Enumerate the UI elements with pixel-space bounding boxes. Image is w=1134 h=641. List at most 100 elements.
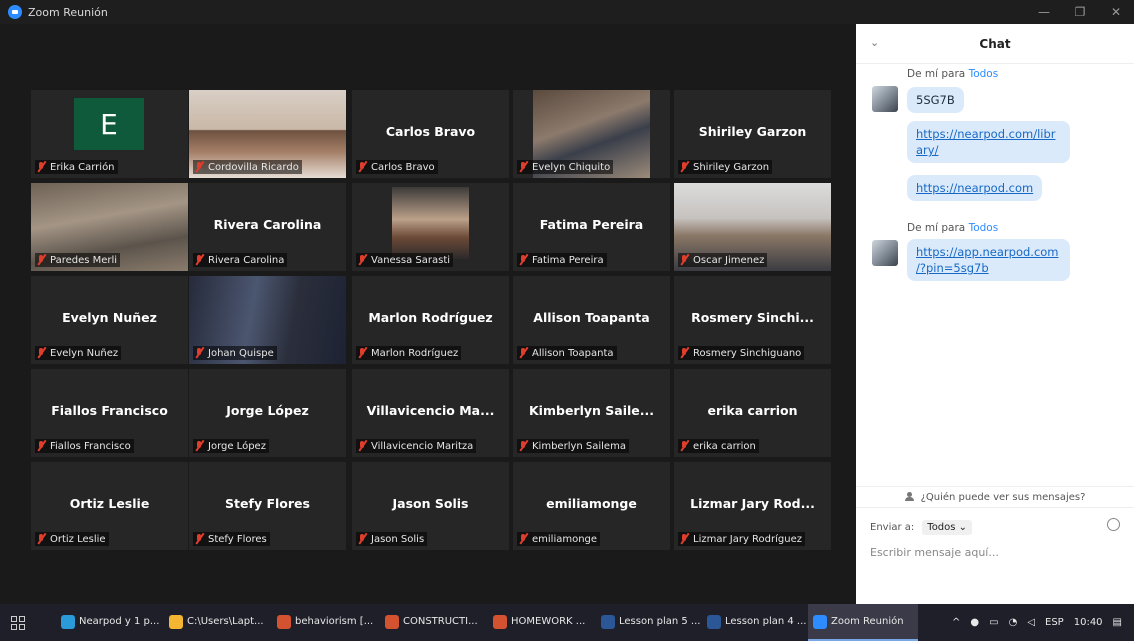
powerpoint-icon xyxy=(493,614,507,629)
participant-tile[interactable]: Cordovilla Ricardo xyxy=(189,90,346,178)
taskbar-item[interactable]: C:\Users\Lapt... xyxy=(164,604,272,641)
clock[interactable]: 10:40 xyxy=(1074,617,1103,628)
taskbar-item[interactable]: CONSTRUCTI... xyxy=(380,604,488,641)
chevron-down-icon[interactable]: ⌄ xyxy=(870,36,879,49)
minimize-button[interactable]: — xyxy=(1026,0,1062,24)
muted-mic-icon xyxy=(357,347,367,359)
powerpoint-icon xyxy=(385,614,399,629)
chat-link[interactable]: ary/ xyxy=(916,143,938,157)
participant-tile[interactable]: Rivera Carolina Rivera Carolina xyxy=(189,183,346,271)
participant-tile[interactable]: Marlon Rodríguez Marlon Rodríguez xyxy=(352,276,509,364)
participant-tile[interactable]: Stefy Flores Stefy Flores xyxy=(189,462,346,550)
word-icon xyxy=(601,614,615,629)
participant-name: Kimberlyn Sailema xyxy=(532,440,626,452)
participant-tile[interactable]: Carlos Bravo Carlos Bravo xyxy=(352,90,509,178)
participant-caption: Rivera Carolina xyxy=(193,253,288,267)
participant-display-name: Fiallos Francisco xyxy=(51,403,168,418)
folder-icon xyxy=(169,614,183,629)
taskbar-item[interactable]: behaviorism [... xyxy=(272,604,380,641)
mic-icon[interactable]: ● xyxy=(970,617,979,628)
who-can-see-link[interactable]: ¿Quién puede ver sus mensajes? xyxy=(856,486,1134,508)
muted-mic-icon xyxy=(518,533,528,545)
chat-message: https://nearpod.com/libr ary/ xyxy=(907,121,1070,163)
participant-tile[interactable]: Kimberlyn Saile... Kimberlyn Sailema xyxy=(513,369,670,457)
participant-caption: erika carrion xyxy=(678,439,759,453)
participant-tile[interactable]: Vanessa Sarasti xyxy=(352,183,509,271)
wifi-icon[interactable]: ◔ xyxy=(1009,617,1018,628)
participant-caption: Erika Carrión xyxy=(35,160,118,174)
participant-tile[interactable]: Evelyn Nuñez Evelyn Nuñez xyxy=(31,276,188,364)
taskbar-item[interactable]: Lesson plan 4 ... xyxy=(702,604,808,641)
muted-mic-icon xyxy=(194,533,204,545)
taskbar-item-label: Lesson plan 4 ... xyxy=(725,616,807,627)
participant-name: Fiallos Francisco xyxy=(50,440,131,452)
send-to-dropdown[interactable]: Todos ⌄ xyxy=(922,520,973,535)
chat-link[interactable]: https://nearpod.com xyxy=(916,181,1033,195)
windows-icon xyxy=(11,615,25,630)
participant-name: Ortiz Leslie xyxy=(50,533,106,545)
participant-tile[interactable]: Evelyn Chiquito xyxy=(513,90,670,178)
avatar: E xyxy=(74,98,144,150)
participant-display-name: Allison Toapanta xyxy=(533,310,650,325)
chat-panel: ⌄ Chat De mí para Todos 5SG7B https://ne… xyxy=(856,24,1134,604)
start-button[interactable] xyxy=(0,604,36,641)
muted-mic-icon xyxy=(357,254,367,266)
participant-caption: Oscar Jimenez xyxy=(678,253,768,267)
participant-name: Shiriley Garzon xyxy=(693,161,770,173)
chat-link[interactable]: /?pin=5sg7b xyxy=(916,261,989,275)
participant-tile[interactable]: Oscar Jimenez xyxy=(674,183,831,271)
participant-display-name: Shiriley Garzon xyxy=(698,124,807,139)
taskbar-item[interactable]: Zoom Reunión xyxy=(808,604,918,641)
participant-tile[interactable]: Jason Solis Jason Solis xyxy=(352,462,509,550)
participant-tile[interactable]: Johan Quispe xyxy=(189,276,346,364)
taskbar: Nearpod y 1 p... C:\Users\Lapt... behavior… xyxy=(0,604,1134,641)
participant-caption: Jason Solis xyxy=(356,532,428,546)
participant-display-name: Marlon Rodríguez xyxy=(368,310,493,325)
participant-tile[interactable]: Fatima Pereira Fatima Pereira xyxy=(513,183,670,271)
chat-link[interactable]: https://nearpod.com/libr xyxy=(916,127,1056,141)
maximize-button[interactable]: ❐ xyxy=(1062,0,1098,24)
taskbar-item-label: CONSTRUCTI... xyxy=(403,616,478,627)
close-button[interactable]: ✕ xyxy=(1098,0,1134,24)
participant-name: Vanessa Sarasti xyxy=(371,254,451,266)
participant-name: Fatima Pereira xyxy=(532,254,604,266)
powerpoint-icon xyxy=(277,614,291,629)
taskbar-item[interactable]: Lesson plan 5 ... xyxy=(596,604,702,641)
participant-tile[interactable]: Lizmar Jary Rod... Lizmar Jary Rodríguez xyxy=(674,462,831,550)
tray-caret-icon[interactable]: ^ xyxy=(952,617,960,628)
participant-caption: Johan Quispe xyxy=(193,346,277,360)
participant-caption: Jorge López xyxy=(193,439,269,453)
participant-tile[interactable]: Allison Toapanta Allison Toapanta xyxy=(513,276,670,364)
participant-tile[interactable]: erika carrion erika carrion xyxy=(674,369,831,457)
chat-message: https://nearpod.com xyxy=(907,175,1043,201)
avatar xyxy=(872,240,898,266)
emoji-icon[interactable] xyxy=(1107,518,1120,531)
muted-mic-icon xyxy=(357,440,367,452)
muted-mic-icon xyxy=(518,254,528,266)
taskbar-item-label: behaviorism [... xyxy=(295,616,374,627)
participant-tile[interactable]: Shiriley Garzon Shiriley Garzon xyxy=(674,90,831,178)
participant-name: Jorge López xyxy=(208,440,266,452)
participant-caption: Carlos Bravo xyxy=(356,160,438,174)
volume-icon[interactable]: ◁ xyxy=(1027,617,1035,628)
participant-video xyxy=(392,187,469,259)
taskbar-item[interactable]: HOMEWORK ... xyxy=(488,604,596,641)
participant-tile[interactable]: emiliamonge emiliamonge xyxy=(513,462,670,550)
chat-input[interactable]: Escribir mensaje aquí... xyxy=(870,546,999,559)
participant-tile[interactable]: Paredes Merli xyxy=(31,183,188,271)
participant-tile[interactable]: Rosmery Sinchi... Rosmery Sinchiguano xyxy=(674,276,831,364)
participant-tile[interactable]: Jorge López Jorge López xyxy=(189,369,346,457)
taskbar-item[interactable]: Nearpod y 1 p... xyxy=(56,604,164,641)
muted-mic-icon xyxy=(679,254,689,266)
participant-display-name: Ortiz Leslie xyxy=(69,496,150,511)
participant-tile[interactable]: Ortiz Leslie Ortiz Leslie xyxy=(31,462,188,550)
participant-caption: Cordovilla Ricardo xyxy=(193,160,302,174)
network-icon[interactable]: ▭ xyxy=(989,617,998,628)
participant-tile[interactable]: E Erika Carrión xyxy=(31,90,188,178)
language-indicator[interactable]: ESP xyxy=(1045,617,1064,628)
chat-header: ⌄ Chat xyxy=(856,24,1134,64)
chat-link[interactable]: https://app.nearpod.com xyxy=(916,245,1059,259)
participant-tile[interactable]: Villavicencio Ma... Villavicencio Maritza xyxy=(352,369,509,457)
participant-tile[interactable]: Fiallos Francisco Fiallos Francisco xyxy=(31,369,188,457)
notification-icon[interactable]: ▤ xyxy=(1113,617,1122,628)
